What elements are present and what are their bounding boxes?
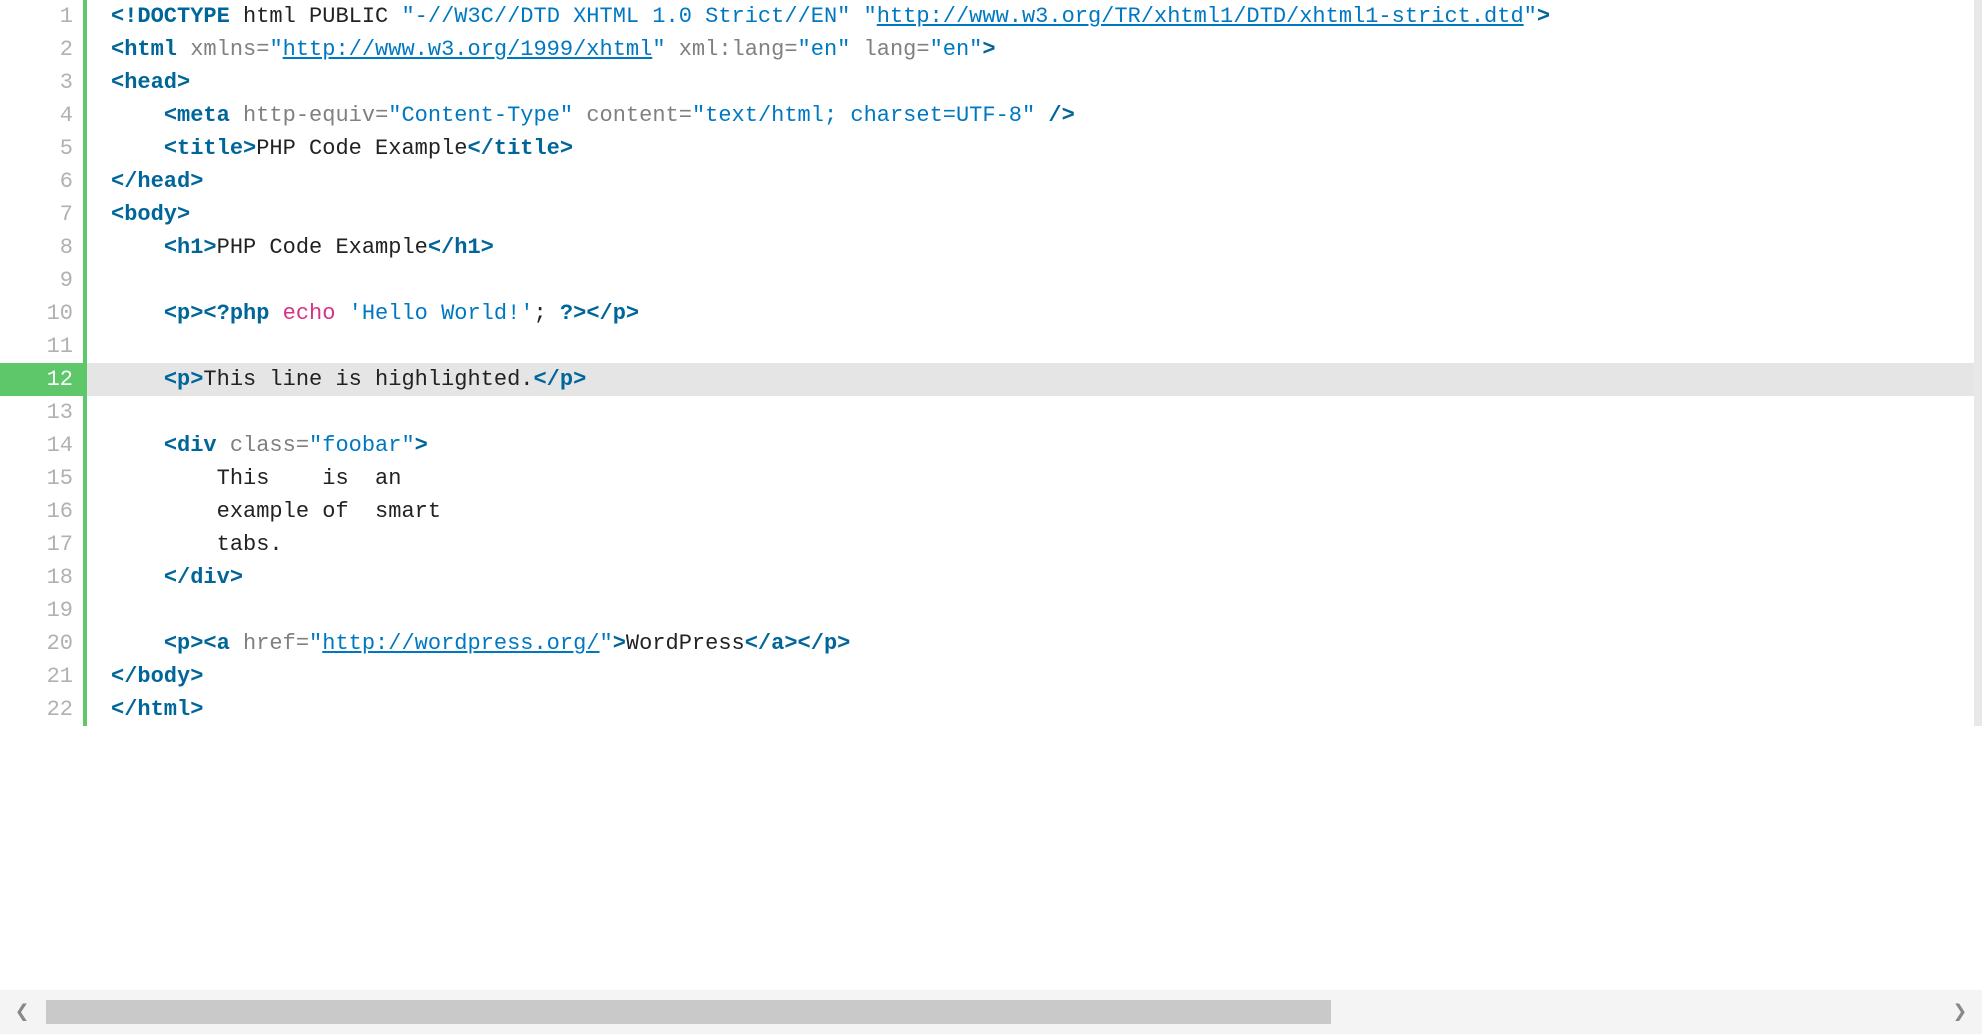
code-line[interactable]: </body> bbox=[87, 660, 1974, 693]
code-line[interactable]: This is an bbox=[87, 462, 1974, 495]
code-area[interactable]: <!DOCTYPE html PUBLIC "-//W3C//DTD XHTML… bbox=[87, 0, 1974, 726]
line-number[interactable]: 4 bbox=[0, 99, 83, 132]
line-number[interactable]: 2 bbox=[0, 33, 83, 66]
code-editor: 12345678910111213141516171819202122 <!DO… bbox=[0, 0, 1982, 726]
line-number[interactable]: 5 bbox=[0, 132, 83, 165]
line-number-gutter[interactable]: 12345678910111213141516171819202122 bbox=[0, 0, 87, 726]
code-line[interactable]: <p><?php echo 'Hello World!'; ?></p> bbox=[87, 297, 1974, 330]
line-number[interactable]: 22 bbox=[0, 693, 83, 726]
line-number[interactable]: 17 bbox=[0, 528, 83, 561]
line-number[interactable]: 10 bbox=[0, 297, 83, 330]
line-number[interactable]: 11 bbox=[0, 330, 83, 363]
line-number[interactable]: 8 bbox=[0, 231, 83, 264]
line-number[interactable]: 19 bbox=[0, 594, 83, 627]
code-line[interactable]: <p><a href="http://wordpress.org/">WordP… bbox=[87, 627, 1974, 660]
code-line[interactable] bbox=[87, 594, 1974, 627]
code-line[interactable]: tabs. bbox=[87, 528, 1974, 561]
code-line[interactable]: <body> bbox=[87, 198, 1974, 231]
scroll-thumb[interactable] bbox=[46, 1000, 1331, 1024]
code-line[interactable]: <!DOCTYPE html PUBLIC "-//W3C//DTD XHTML… bbox=[87, 0, 1974, 33]
line-number[interactable]: 3 bbox=[0, 66, 83, 99]
chevron-left-icon: ❮ bbox=[15, 997, 29, 1027]
code-line[interactable]: <html xmlns="http://www.w3.org/1999/xhtm… bbox=[87, 33, 1974, 66]
line-number[interactable]: 9 bbox=[0, 264, 83, 297]
scroll-right-button[interactable]: ❯ bbox=[1938, 990, 1982, 1034]
code-line[interactable]: <head> bbox=[87, 66, 1974, 99]
line-number[interactable]: 18 bbox=[0, 561, 83, 594]
code-line[interactable]: <div class="foobar"> bbox=[87, 429, 1974, 462]
line-number[interactable]: 13 bbox=[0, 396, 83, 429]
code-line[interactable] bbox=[87, 396, 1974, 429]
line-number[interactable]: 16 bbox=[0, 495, 83, 528]
line-number[interactable]: 1 bbox=[0, 0, 83, 33]
code-line[interactable]: <meta http-equiv="Content-Type" content=… bbox=[87, 99, 1974, 132]
line-number[interactable]: 20 bbox=[0, 627, 83, 660]
scroll-track[interactable] bbox=[46, 1000, 1936, 1024]
code-line[interactable]: </head> bbox=[87, 165, 1974, 198]
code-line[interactable] bbox=[87, 264, 1974, 297]
line-number[interactable]: 6 bbox=[0, 165, 83, 198]
code-line[interactable] bbox=[87, 330, 1974, 363]
line-number[interactable]: 14 bbox=[0, 429, 83, 462]
code-line[interactable]: <title>PHP Code Example</title> bbox=[87, 132, 1974, 165]
code-line[interactable]: </div> bbox=[87, 561, 1974, 594]
line-number[interactable]: 12 bbox=[0, 363, 83, 396]
code-line[interactable]: <p>This line is highlighted.</p> bbox=[87, 363, 1974, 396]
line-number[interactable]: 7 bbox=[0, 198, 83, 231]
code-line[interactable]: </html> bbox=[87, 693, 1974, 726]
line-number[interactable]: 15 bbox=[0, 462, 83, 495]
code-line[interactable]: <h1>PHP Code Example</h1> bbox=[87, 231, 1974, 264]
code-line[interactable]: example of smart bbox=[87, 495, 1974, 528]
line-number[interactable]: 21 bbox=[0, 660, 83, 693]
scroll-left-button[interactable]: ❮ bbox=[0, 990, 44, 1034]
horizontal-scrollbar: ❮ ❯ bbox=[0, 990, 1982, 1034]
chevron-right-icon: ❯ bbox=[1953, 997, 1967, 1027]
